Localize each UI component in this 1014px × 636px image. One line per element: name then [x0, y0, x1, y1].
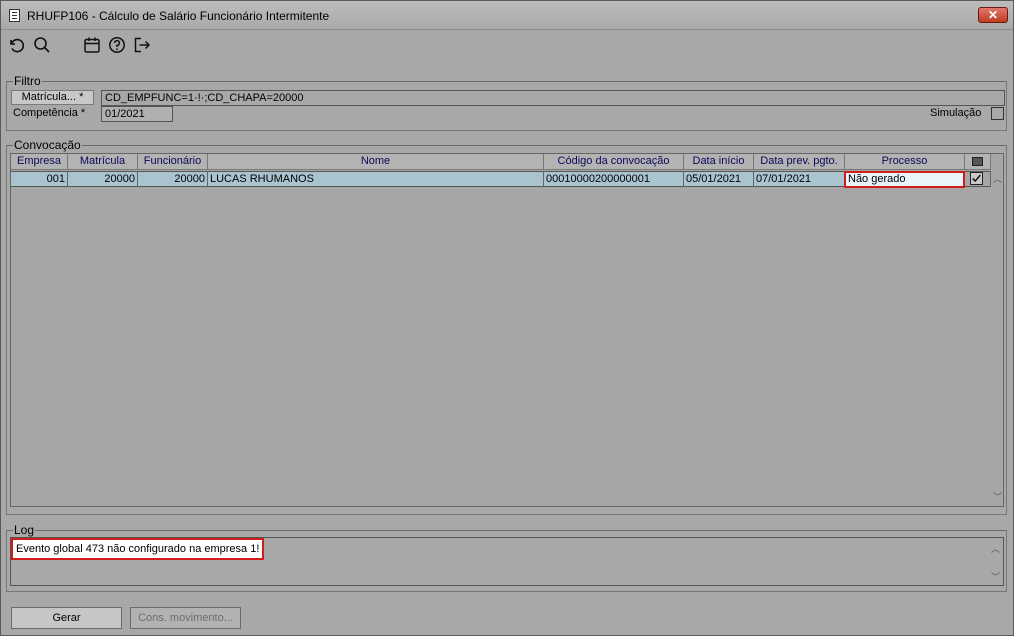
row-checkbox[interactable]	[970, 172, 983, 185]
cell-data-inicio[interactable]: 05/01/2021	[684, 171, 754, 187]
log-scroll-down-icon[interactable]: ﹀	[991, 570, 1000, 583]
refresh-icon[interactable]	[7, 36, 25, 54]
select-all-icon[interactable]	[972, 157, 983, 166]
column-header-data-inicio[interactable]: Data início	[684, 154, 754, 170]
calendar-icon[interactable]	[83, 36, 101, 54]
grid-scroll-down-icon[interactable]: ﹀	[993, 490, 1002, 503]
title-bar: RHUFP106 - Cálculo de Salário Funcionári…	[1, 1, 1013, 30]
column-header-empresa[interactable]: Empresa	[11, 154, 68, 170]
column-header-processo[interactable]: Processo	[845, 154, 965, 170]
column-header-codigo[interactable]: Código da convocação	[544, 154, 684, 170]
convocacao-grid: Empresa Matrícula Funcionário Nome Códig…	[10, 153, 1004, 507]
simulacao-checkbox[interactable]	[991, 107, 1004, 120]
exit-icon[interactable]	[133, 36, 151, 54]
column-header-matricula[interactable]: Matrícula	[68, 154, 138, 170]
column-header-data-prev[interactable]: Data prev. pgto.	[754, 154, 845, 170]
log-scroll-up-icon[interactable]: ︿	[991, 542, 1000, 555]
cell-empresa[interactable]: 001	[11, 171, 68, 187]
row-checkbox-cell[interactable]	[965, 171, 991, 187]
matricula-field[interactable]: CD_EMPFUNC=1·!·;CD_CHAPA=20000	[101, 90, 1005, 106]
column-header-select[interactable]	[965, 154, 991, 170]
cell-data-prev[interactable]: 07/01/2021	[754, 171, 845, 187]
competencia-label: Competência *	[13, 107, 86, 119]
cell-funcionario[interactable]: 20000	[138, 171, 208, 187]
column-header-funcionario[interactable]: Funcionário	[138, 154, 208, 170]
convocacao-legend: Convocação	[13, 138, 82, 152]
close-button[interactable]: ✕	[978, 7, 1008, 23]
window-title: RHUFP106 - Cálculo de Salário Funcionári…	[27, 9, 330, 23]
column-header-nome[interactable]: Nome	[208, 154, 544, 170]
main-window: RHUFP106 - Cálculo de Salário Funcionári…	[0, 0, 1014, 636]
simulacao-label: Simulação	[930, 107, 982, 119]
cell-processo[interactable]: Não gerado	[844, 171, 965, 188]
filtro-legend: Filtro	[13, 74, 42, 88]
check-icon	[972, 174, 981, 183]
search-icon[interactable]	[33, 36, 51, 54]
app-icon	[9, 9, 20, 22]
log-legend: Log	[13, 523, 36, 537]
gerar-button[interactable]: Gerar	[11, 607, 122, 629]
cell-nome[interactable]: LUCAS RHUMANOS	[208, 171, 544, 187]
log-message: Evento global 473 não configurado na emp…	[11, 538, 265, 560]
grid-scroll-up-icon[interactable]: ︿	[993, 172, 1002, 185]
cell-matricula[interactable]: 20000	[68, 171, 138, 187]
cons-movimento-button[interactable]: Cons. movimento...	[130, 607, 241, 629]
competencia-field[interactable]: 01/2021	[101, 106, 173, 122]
matricula-button[interactable]: Matrícula... *	[11, 90, 94, 105]
help-icon[interactable]	[108, 36, 126, 54]
log-textarea[interactable]: Evento global 473 não configurado na emp…	[10, 537, 1004, 586]
cell-codigo[interactable]: 00010000200000001	[544, 171, 684, 187]
